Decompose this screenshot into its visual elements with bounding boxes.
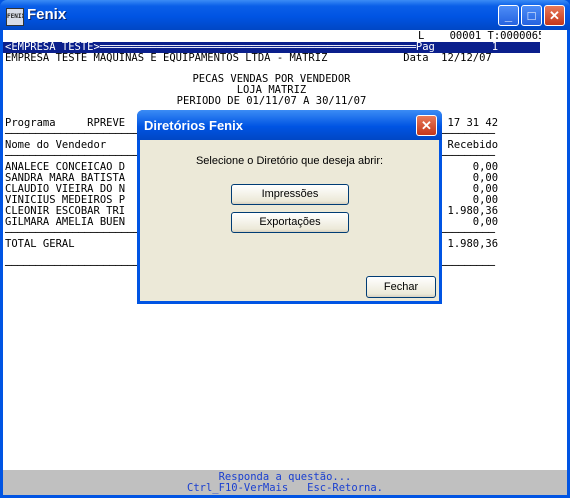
main-window: FENIX Fenix _ □ ✕ L 00001 T:0000065 <EMP… xyxy=(0,0,570,498)
exportacoes-button[interactable]: Exportações xyxy=(231,212,349,233)
dialog-title: Diretórios Fenix xyxy=(144,118,243,133)
dialog-prompt: Selecione o Diretório que deseja abrir: xyxy=(195,155,384,167)
window-title: Fenix xyxy=(27,6,67,23)
title-bar[interactable]: FENIX Fenix _ □ ✕ xyxy=(0,0,570,30)
close-button[interactable]: ✕ xyxy=(544,5,565,26)
company-line: EMPRESA TESTE MAQUINAS E EQUIPAMENTOS LT… xyxy=(5,52,492,64)
fenix-app-icon: FENIX xyxy=(6,8,24,26)
fechar-button[interactable]: Fechar xyxy=(366,276,436,298)
maximize-button[interactable]: □ xyxy=(521,5,542,26)
dialog-title-bar[interactable]: Diretórios Fenix ✕ xyxy=(137,110,442,140)
impressoes-button[interactable]: Impressões xyxy=(231,184,349,205)
dialog-close-button[interactable]: ✕ xyxy=(416,115,437,136)
dialog-body: Selecione o Diretório que deseja abrir: … xyxy=(140,140,439,301)
minimize-button[interactable]: _ xyxy=(498,5,519,26)
report-period: PERIODO DE 01/11/07 A 30/11/07 xyxy=(176,95,367,107)
right-margin xyxy=(541,30,567,470)
status-bar: Responda a questão... Ctrl_F10-VerMais E… xyxy=(3,470,567,495)
directories-dialog: Diretórios Fenix ✕ Selecione o Diretório… xyxy=(137,110,442,304)
status-shortcuts: Ctrl_F10-VerMais Esc-Retorna. xyxy=(187,482,383,494)
